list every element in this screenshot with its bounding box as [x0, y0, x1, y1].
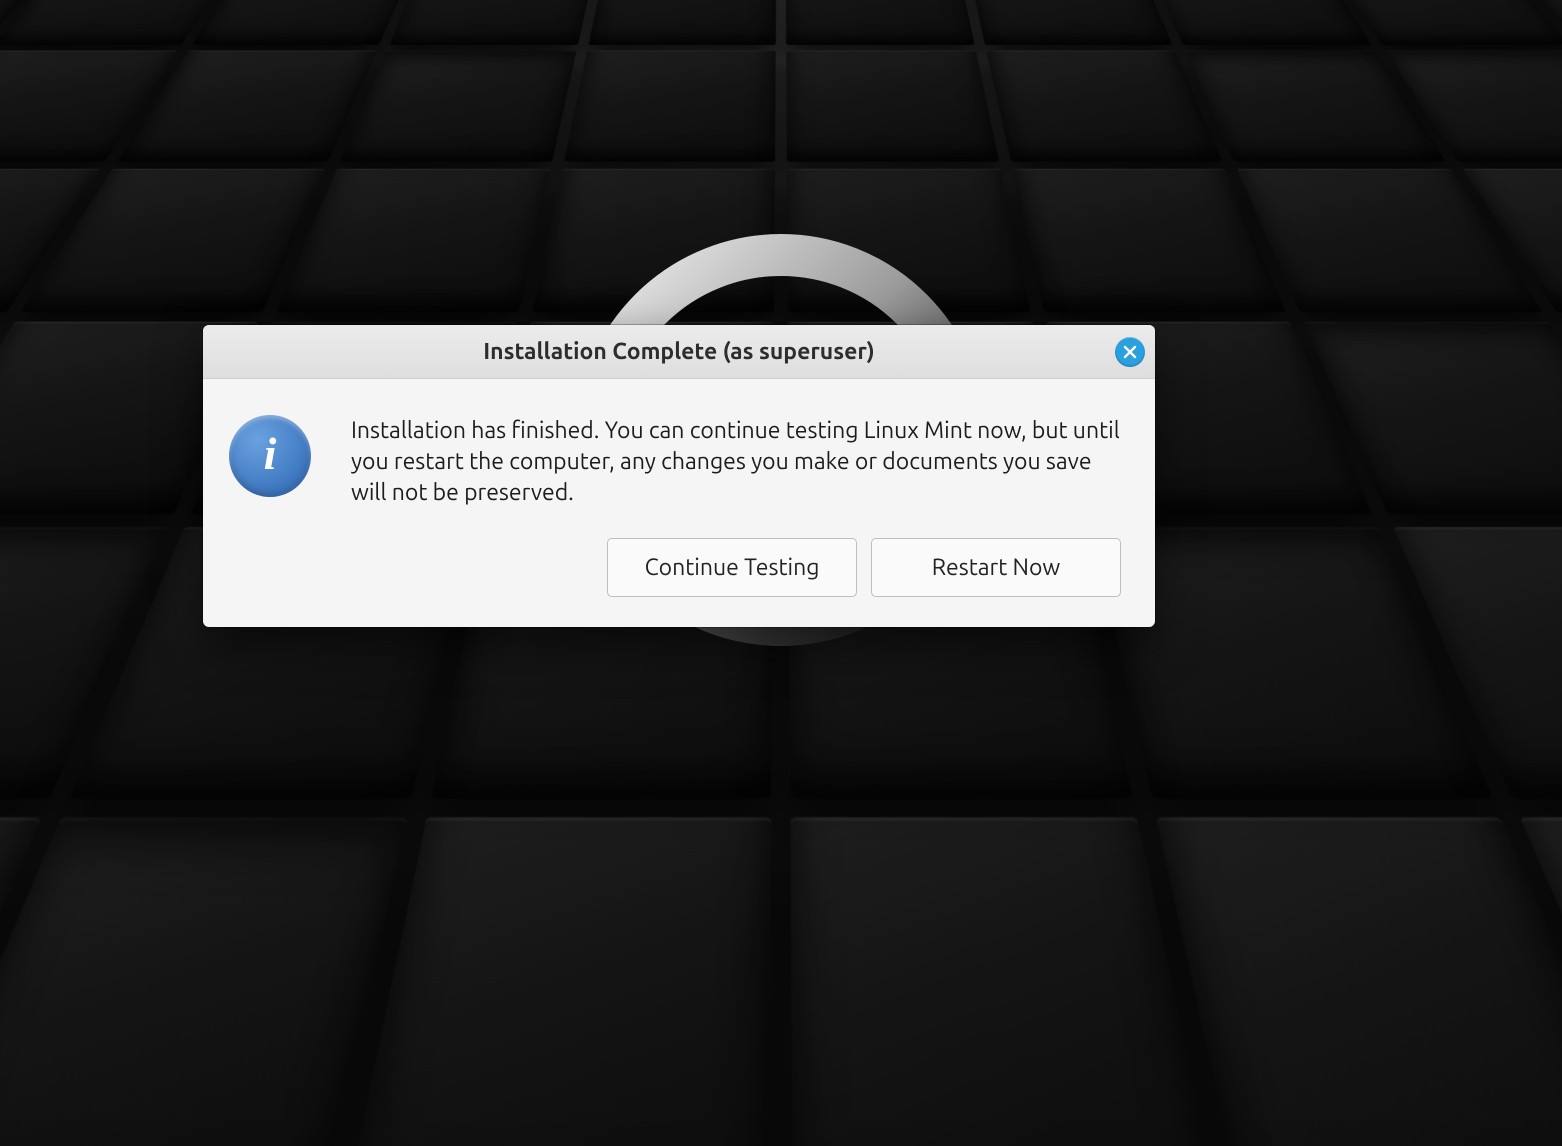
- close-icon: [1123, 345, 1137, 359]
- dialog-body: i Installation has finished. You can con…: [203, 379, 1155, 538]
- info-icon: i: [229, 415, 311, 497]
- restart-now-button[interactable]: Restart Now: [871, 538, 1121, 597]
- close-button[interactable]: [1115, 337, 1145, 367]
- installation-complete-dialog: Installation Complete (as superuser) i I…: [203, 325, 1155, 627]
- continue-testing-button[interactable]: Continue Testing: [607, 538, 857, 597]
- dialog-message: Installation has finished. You can conti…: [351, 413, 1121, 508]
- dialog-title: Installation Complete (as superuser): [483, 339, 875, 364]
- dialog-titlebar[interactable]: Installation Complete (as superuser): [203, 325, 1155, 379]
- dialog-button-row: Continue Testing Restart Now: [203, 538, 1155, 627]
